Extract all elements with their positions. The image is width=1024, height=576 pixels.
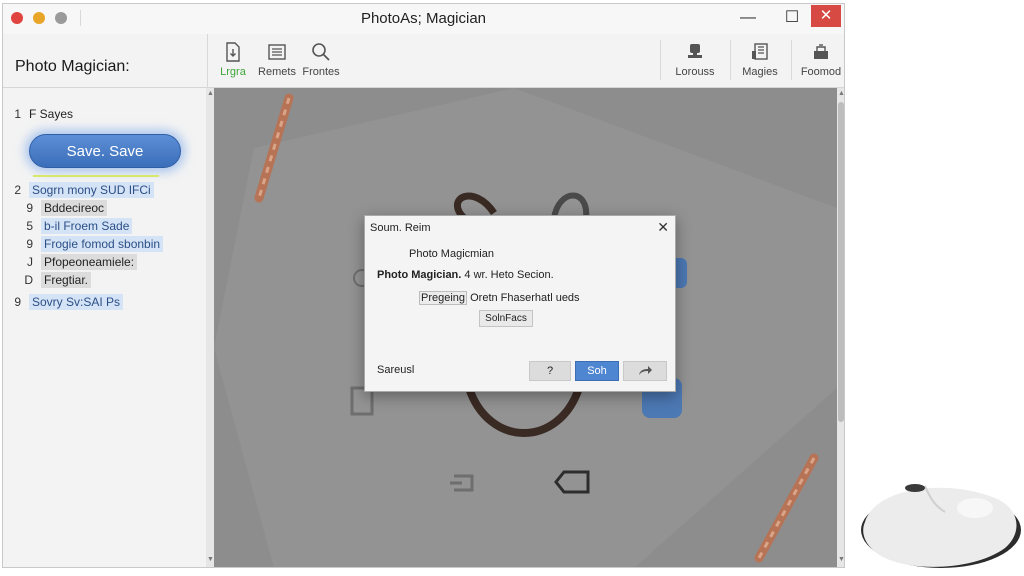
dialog-heading: Photo Magicmian <box>409 248 494 260</box>
item-number: 1 <box>14 107 21 121</box>
toolbar-label: Frontes <box>302 66 340 78</box>
item-label: Pfopeoneamiele: <box>41 254 138 270</box>
divider <box>730 40 731 80</box>
item-number: D <box>24 273 33 287</box>
computer-mouse-image <box>861 484 1021 568</box>
ok-button[interactable]: Soh <box>575 361 619 381</box>
app-name: Photo Magician: <box>15 58 130 75</box>
dialog-description-text: 4 wr. Heto Secion. <box>461 269 554 281</box>
dialog-option-chip[interactable]: Pregeing <box>419 291 468 305</box>
window-title: PhotoAs; Magician <box>360 10 487 27</box>
toolbar-remets-button[interactable]: Remets <box>252 42 302 78</box>
sidebar-item[interactable]: J Pfopeoneamiele: <box>21 254 138 270</box>
toolbar-magies-button[interactable]: Magies <box>735 42 785 78</box>
help-button[interactable]: ? <box>529 361 571 381</box>
dialog-footer-label: Sareusl <box>377 364 415 376</box>
sidebar-section-3[interactable]: 9 Sovry Sv:SAI Ps <box>9 294 124 310</box>
item-label: Sovry Sv:SAI Ps <box>29 294 124 310</box>
item-number: 9 <box>26 201 33 215</box>
item-label: F Sayes <box>29 107 74 121</box>
toolbar-foomod-button[interactable]: Foomod <box>796 42 844 78</box>
stamp-icon <box>688 44 702 58</box>
item-label: Frogie fomod sbonbin <box>41 236 164 252</box>
share-button[interactable] <box>623 361 667 381</box>
sidebar-item[interactable]: D Fregtiar. <box>21 272 92 288</box>
toolbar-label: Magies <box>742 66 778 78</box>
sidebar-item[interactable]: 5 b-il Froem Sade <box>21 218 133 234</box>
search-icon <box>312 43 330 61</box>
dialog-close-icon[interactable]: ✕ <box>657 219 669 236</box>
title-bar[interactable]: PhotoAs; Magician — ☐ ✕ <box>3 4 844 34</box>
item-label: Fregtiar. <box>41 272 92 288</box>
dialog-app-name: Photo Magician. <box>377 269 462 281</box>
item-label: Sogrn mony SUD IFCi <box>29 182 154 198</box>
toolbar: Lrgra Remets Frontes Lorouss Magies Foom… <box>207 34 844 88</box>
item-number: 9 <box>14 295 21 309</box>
canvas-scrollbar[interactable]: ▲ ▼ <box>837 88 844 567</box>
scroll-up-arrow-icon[interactable]: ▲ <box>838 90 844 97</box>
item-number: 5 <box>26 219 33 233</box>
sidebar-item[interactable]: 9 Bddecireoc <box>21 200 108 216</box>
tray-icon <box>814 44 828 59</box>
scroll-thumb[interactable] <box>838 102 844 422</box>
toolbar-label: Lrgra <box>220 66 246 78</box>
toolbar-label: Remets <box>258 66 296 78</box>
dialog-option-line: Pregeing Oretn Fhaserhatl ueds <box>419 291 580 305</box>
building-icon <box>752 43 768 60</box>
sidebar-section-1[interactable]: 1 F Sayes <box>9 107 73 121</box>
sidebar-scrollbar[interactable]: ▲ ▼ <box>206 88 214 567</box>
sidebar-section-2[interactable]: 2 Sogrn mony SUD IFCi <box>9 182 154 198</box>
toolbar-import-button[interactable]: Lrgra <box>208 42 258 78</box>
scroll-down-arrow-icon[interactable]: ▼ <box>838 556 844 563</box>
dialog-title: Soum. Reim <box>370 222 431 234</box>
item-label: Bddecireoc <box>41 200 108 216</box>
sidebar-header: Photo Magician: <box>3 34 207 88</box>
save-button[interactable]: Save. Save <box>29 134 181 168</box>
item-number: 9 <box>26 237 33 251</box>
toolbar-label: Foomod <box>800 66 842 78</box>
share-arrow-icon <box>639 366 652 375</box>
scroll-up-arrow-icon[interactable]: ▲ <box>207 90 214 97</box>
underline <box>33 175 159 177</box>
toolbar-lorouss-button[interactable]: Lorouss <box>670 42 720 78</box>
maximize-button[interactable]: ☐ <box>775 4 809 32</box>
import-file-icon <box>226 42 240 62</box>
sidebar: 1 F Sayes Save. Save 2 Sogrn mony SUD IFCi… <box>3 88 207 567</box>
minimize-button[interactable]: — <box>731 4 765 32</box>
item-number: J <box>27 255 33 269</box>
item-label: b-il Froem Sade <box>41 218 133 234</box>
modal-dialog: Soum. Reim ✕ Photo Magicmian Photo Magic… <box>364 215 676 392</box>
sidebar-item[interactable]: 9 Frogie fomod sbonbin <box>21 236 164 252</box>
dialog-option-text: Oretn Fhaserhatl ueds <box>467 292 580 304</box>
divider <box>660 40 661 80</box>
toolbar-search-button[interactable]: Frontes <box>296 42 346 78</box>
scroll-down-arrow-icon[interactable]: ▼ <box>207 556 214 563</box>
dialog-secondary-button[interactable]: SolnFacs <box>479 310 533 327</box>
dialog-description: Photo Magician. 4 wr. Heto Secion. <box>377 269 554 281</box>
close-button[interactable]: ✕ <box>811 5 841 27</box>
divider <box>791 40 792 80</box>
toolbar-label: Lorouss <box>675 66 715 78</box>
list-icon <box>268 44 286 60</box>
item-number: 2 <box>14 183 21 197</box>
